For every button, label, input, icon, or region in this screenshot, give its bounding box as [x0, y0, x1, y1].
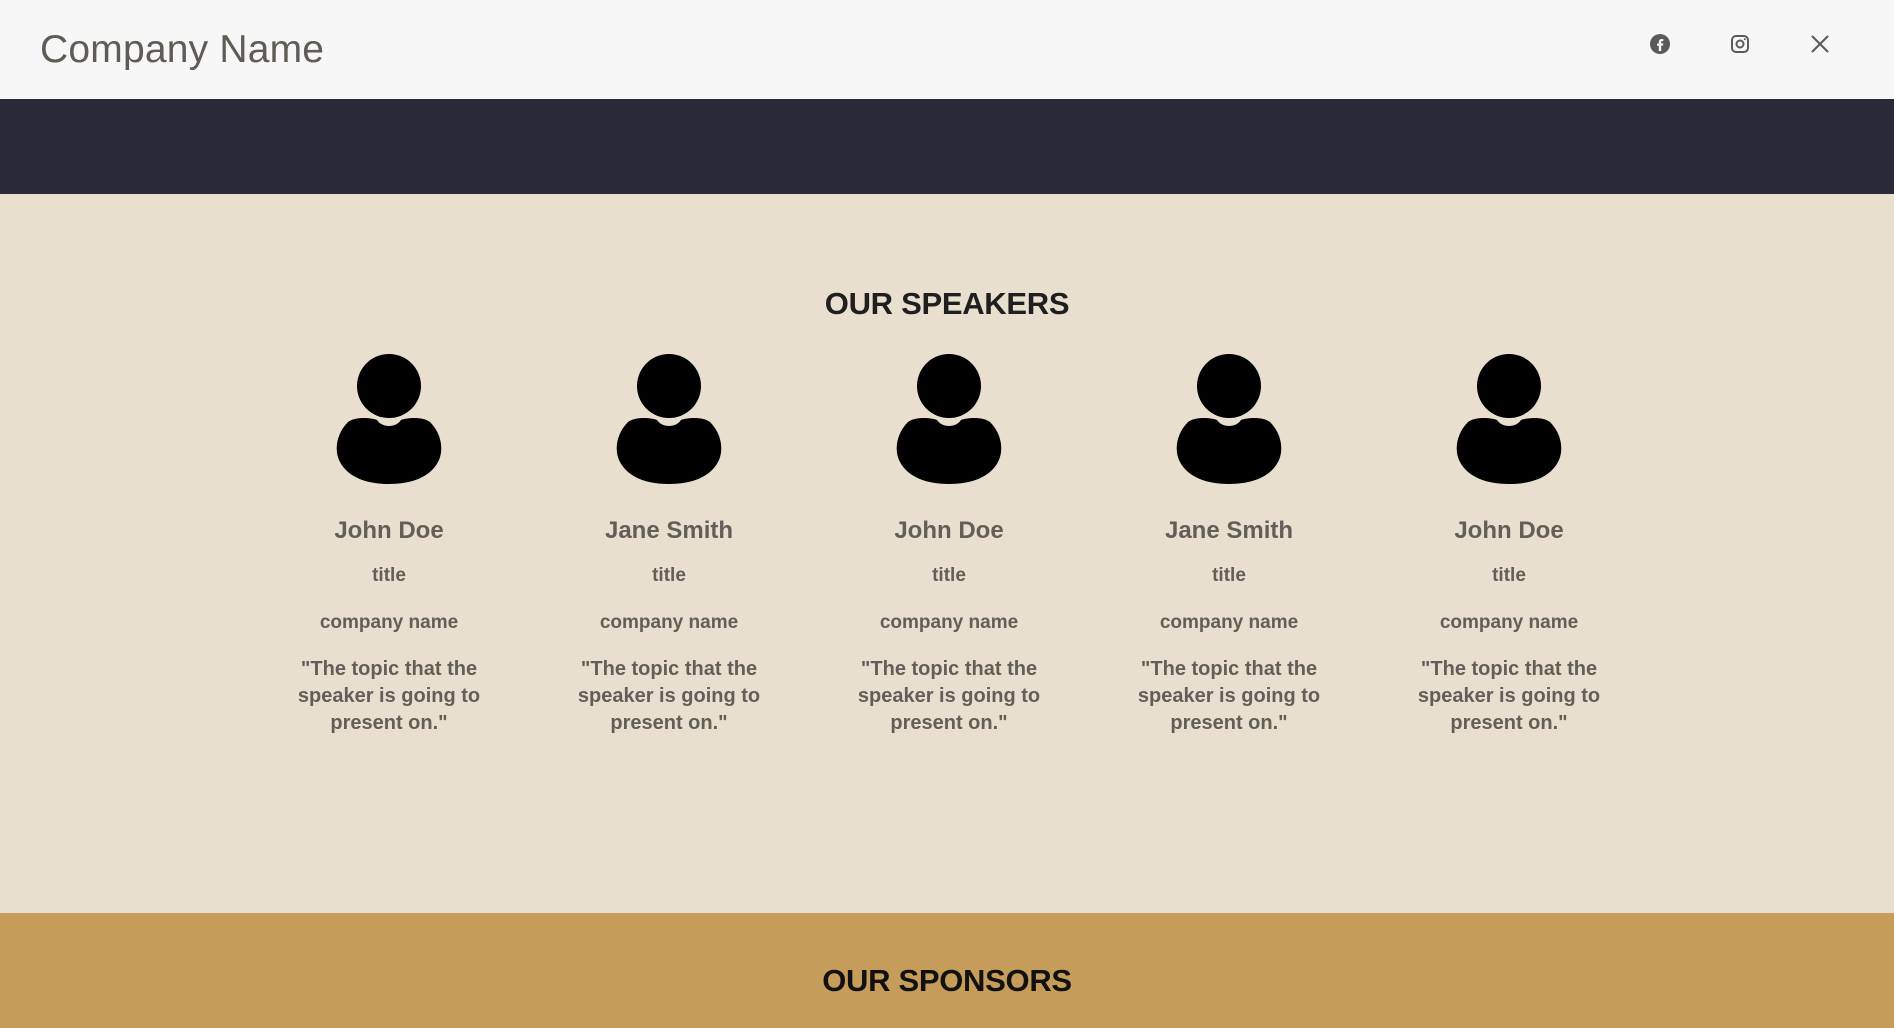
- speaker-card: John Doe title company name "The topic t…: [269, 354, 509, 737]
- speaker-title: title: [932, 565, 966, 586]
- speaker-title: title: [372, 565, 406, 586]
- speaker-company: company name: [319, 612, 459, 633]
- site-header: Company Name: [0, 0, 1894, 99]
- speaker-company: company name: [1439, 612, 1579, 633]
- speaker-card: Jane Smith title company name "The topic…: [549, 354, 789, 737]
- brand-name: Company Name: [40, 28, 325, 71]
- speaker-title: title: [1212, 565, 1246, 586]
- speaker-topic: "The topic that the speaker is going to …: [297, 658, 481, 734]
- instagram-link[interactable]: [1725, 31, 1755, 61]
- speaker-company: company name: [1159, 612, 1299, 633]
- speaker-name: John Doe: [894, 517, 1004, 544]
- speaker-name: Jane Smith: [604, 517, 734, 544]
- user-icon: [269, 354, 509, 484]
- speaker-card: Jane Smith title company name "The topic…: [1109, 354, 1349, 737]
- speakers-heading: OUR SPEAKERS: [824, 286, 1070, 321]
- speaker-company: company name: [599, 612, 739, 633]
- speakers-section: OUR SPEAKERS John Doe title company name…: [0, 194, 1894, 913]
- user-icon: [549, 354, 789, 484]
- facebook-icon: [1648, 32, 1672, 61]
- user-icon: [829, 354, 1069, 484]
- hero-banner: [0, 99, 1894, 194]
- speaker-name: John Doe: [334, 517, 444, 544]
- speaker-title: title: [652, 565, 686, 586]
- speaker-card: John Doe title company name "The topic t…: [1389, 354, 1629, 737]
- speaker-card: John Doe title company name "The topic t…: [829, 354, 1069, 737]
- facebook-link[interactable]: [1645, 31, 1675, 61]
- speaker-topic: "The topic that the speaker is going to …: [857, 658, 1041, 734]
- sponsors-section: OUR SPONSORS: [0, 913, 1894, 1028]
- speaker-topic: "The topic that the speaker is going to …: [577, 658, 761, 734]
- user-icon: [1109, 354, 1349, 484]
- sponsors-heading: OUR SPONSORS: [822, 963, 1072, 998]
- speaker-name: John Doe: [1454, 517, 1564, 544]
- user-icon: [1389, 354, 1629, 484]
- speaker-topic: "The topic that the speaker is going to …: [1417, 658, 1601, 734]
- speaker-name: Jane Smith: [1164, 517, 1294, 544]
- speaker-title: title: [1492, 565, 1526, 586]
- speaker-topic: "The topic that the speaker is going to …: [1137, 658, 1321, 734]
- x-icon: [1808, 32, 1832, 61]
- instagram-icon: [1728, 32, 1752, 61]
- speaker-company: company name: [879, 612, 1019, 633]
- x-link[interactable]: [1805, 31, 1835, 61]
